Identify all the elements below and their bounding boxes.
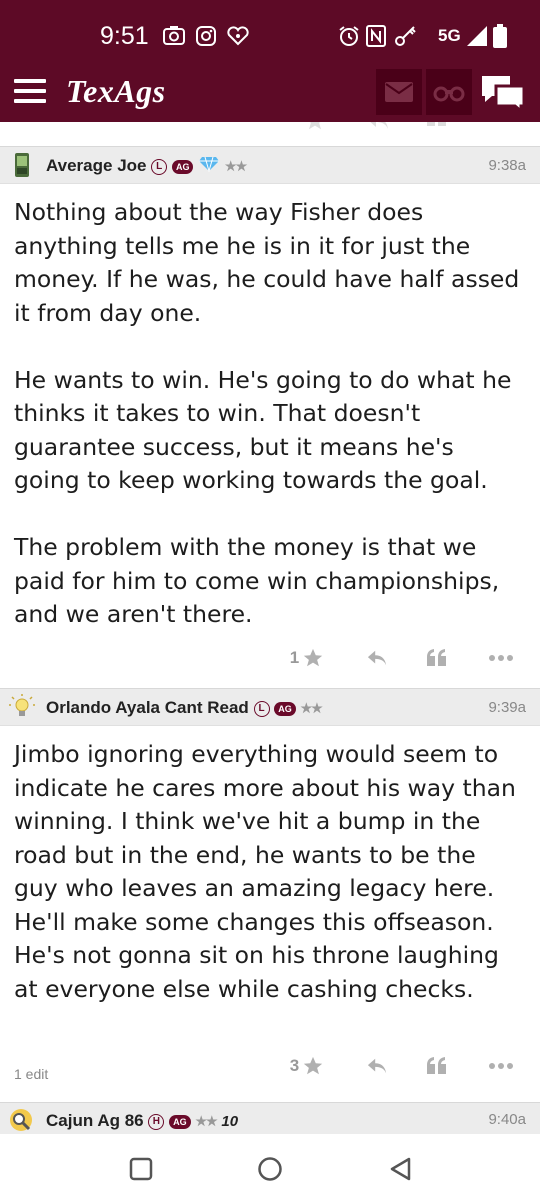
mail-button[interactable] [376, 69, 422, 115]
star-button[interactable]: 1 [284, 638, 330, 678]
years-badge: 10 [221, 1113, 239, 1131]
diamond-icon [198, 156, 220, 177]
quote-icon[interactable] [426, 122, 448, 132]
nfc-icon [366, 24, 386, 48]
phone-avatar-icon [8, 151, 36, 179]
alarm-icon [338, 24, 360, 48]
home-icon [258, 1157, 282, 1181]
binoculars-icon [433, 86, 465, 102]
post-username[interactable]: Cajun Ag 86 H AG ★★ 10 [46, 1111, 238, 1131]
reply-icon[interactable] [366, 122, 390, 132]
status-clock: 9:51 [100, 22, 149, 50]
back-button[interactable] [386, 1154, 416, 1184]
app-logo[interactable]: TexAgs [66, 73, 166, 110]
post-time: 9:39a [488, 699, 526, 716]
star-icon [304, 648, 323, 667]
recents-button[interactable] [126, 1154, 156, 1184]
more-icon [489, 1063, 513, 1069]
menu-icon[interactable] [14, 79, 46, 103]
post-time: 9:40a [488, 1111, 526, 1128]
post-header: Average Joe L AG ★★ 9:38a [0, 146, 540, 184]
iheart-icon [226, 24, 250, 48]
quote-button[interactable] [424, 638, 450, 678]
quote-icon [427, 1057, 446, 1074]
binoculars-button[interactable] [426, 69, 472, 115]
rank-stars: ★★ [224, 158, 247, 174]
post-username[interactable]: Average Joe L AG ★★ [46, 156, 247, 177]
post-body: Jimbo ignoring everything would seem to … [14, 738, 526, 1040]
post-actions: 1 [0, 638, 540, 678]
star-count: 3 [289, 1056, 300, 1075]
lightbulb-avatar-icon [8, 693, 36, 721]
post-header: Cajun Ag 86 H AG ★★ 10 9:40a [0, 1102, 540, 1136]
star-button[interactable]: 3 [284, 1046, 330, 1086]
recents-icon [129, 1157, 153, 1181]
rank-stars: ★★ [300, 700, 323, 716]
post-actions: 3 [0, 1046, 540, 1086]
username-text[interactable]: Cajun Ag 86 [46, 1111, 144, 1130]
reply-icon [367, 1058, 387, 1074]
lifetime-badge: L [151, 158, 168, 175]
rank-stars: ★★ [195, 1113, 217, 1129]
system-nav-bar [0, 1134, 540, 1200]
ag-badge: AG [169, 1114, 191, 1129]
home-button[interactable] [255, 1154, 285, 1184]
network-type: 5G [438, 26, 461, 45]
post-paragraph: Nothing about the way Fisher does anythi… [14, 198, 520, 327]
reply-button[interactable] [362, 638, 392, 678]
more-options-button[interactable] [486, 1046, 516, 1086]
ag-badge: AG [171, 159, 194, 174]
lifetime-badge: L [253, 700, 270, 717]
post-paragraph: He wants to win. He's going to do what h… [14, 365, 512, 495]
previous-post-actions [0, 122, 540, 146]
back-icon [390, 1157, 411, 1181]
post-paragraph: The problem with the money is that we pa… [14, 533, 500, 628]
username-text[interactable]: Average Joe [46, 156, 146, 175]
status-bar: 9:51 5G [0, 0, 540, 64]
star-icon [304, 1056, 323, 1075]
mail-icon [385, 82, 413, 102]
chat-icon [482, 76, 526, 115]
quote-icon [427, 649, 446, 666]
star-count: 1 [289, 648, 300, 667]
magnifier-avatar-icon [8, 1107, 36, 1135]
post-header: Orlando Ayala Cant Read L AG ★★ 9:39a [0, 688, 540, 726]
ag-badge: AG [274, 701, 296, 716]
app-bar: TexAgs [0, 64, 540, 122]
instagram-icon [196, 24, 216, 48]
post-body: Nothing about the way Fisher does anythi… [14, 196, 526, 665]
reply-button[interactable] [362, 1046, 392, 1086]
key-icon [394, 24, 418, 48]
star-icon[interactable] [304, 122, 326, 132]
reply-icon [367, 650, 387, 666]
more-options-button[interactable] [486, 638, 516, 678]
battery-icon [493, 24, 507, 48]
signal-icon [466, 24, 488, 48]
honorary-badge: H [148, 1113, 165, 1130]
username-text[interactable]: Orlando Ayala Cant Read [46, 698, 249, 717]
post-time: 9:38a [488, 157, 526, 174]
quote-button[interactable] [424, 1046, 450, 1086]
post-paragraph: Jimbo ignoring everything would seem to … [14, 740, 516, 1003]
post-username[interactable]: Orlando Ayala Cant Read L AG ★★ [46, 698, 323, 718]
chat-button[interactable] [480, 74, 526, 115]
more-icon [489, 655, 513, 661]
camera-notification-icon [163, 24, 185, 48]
